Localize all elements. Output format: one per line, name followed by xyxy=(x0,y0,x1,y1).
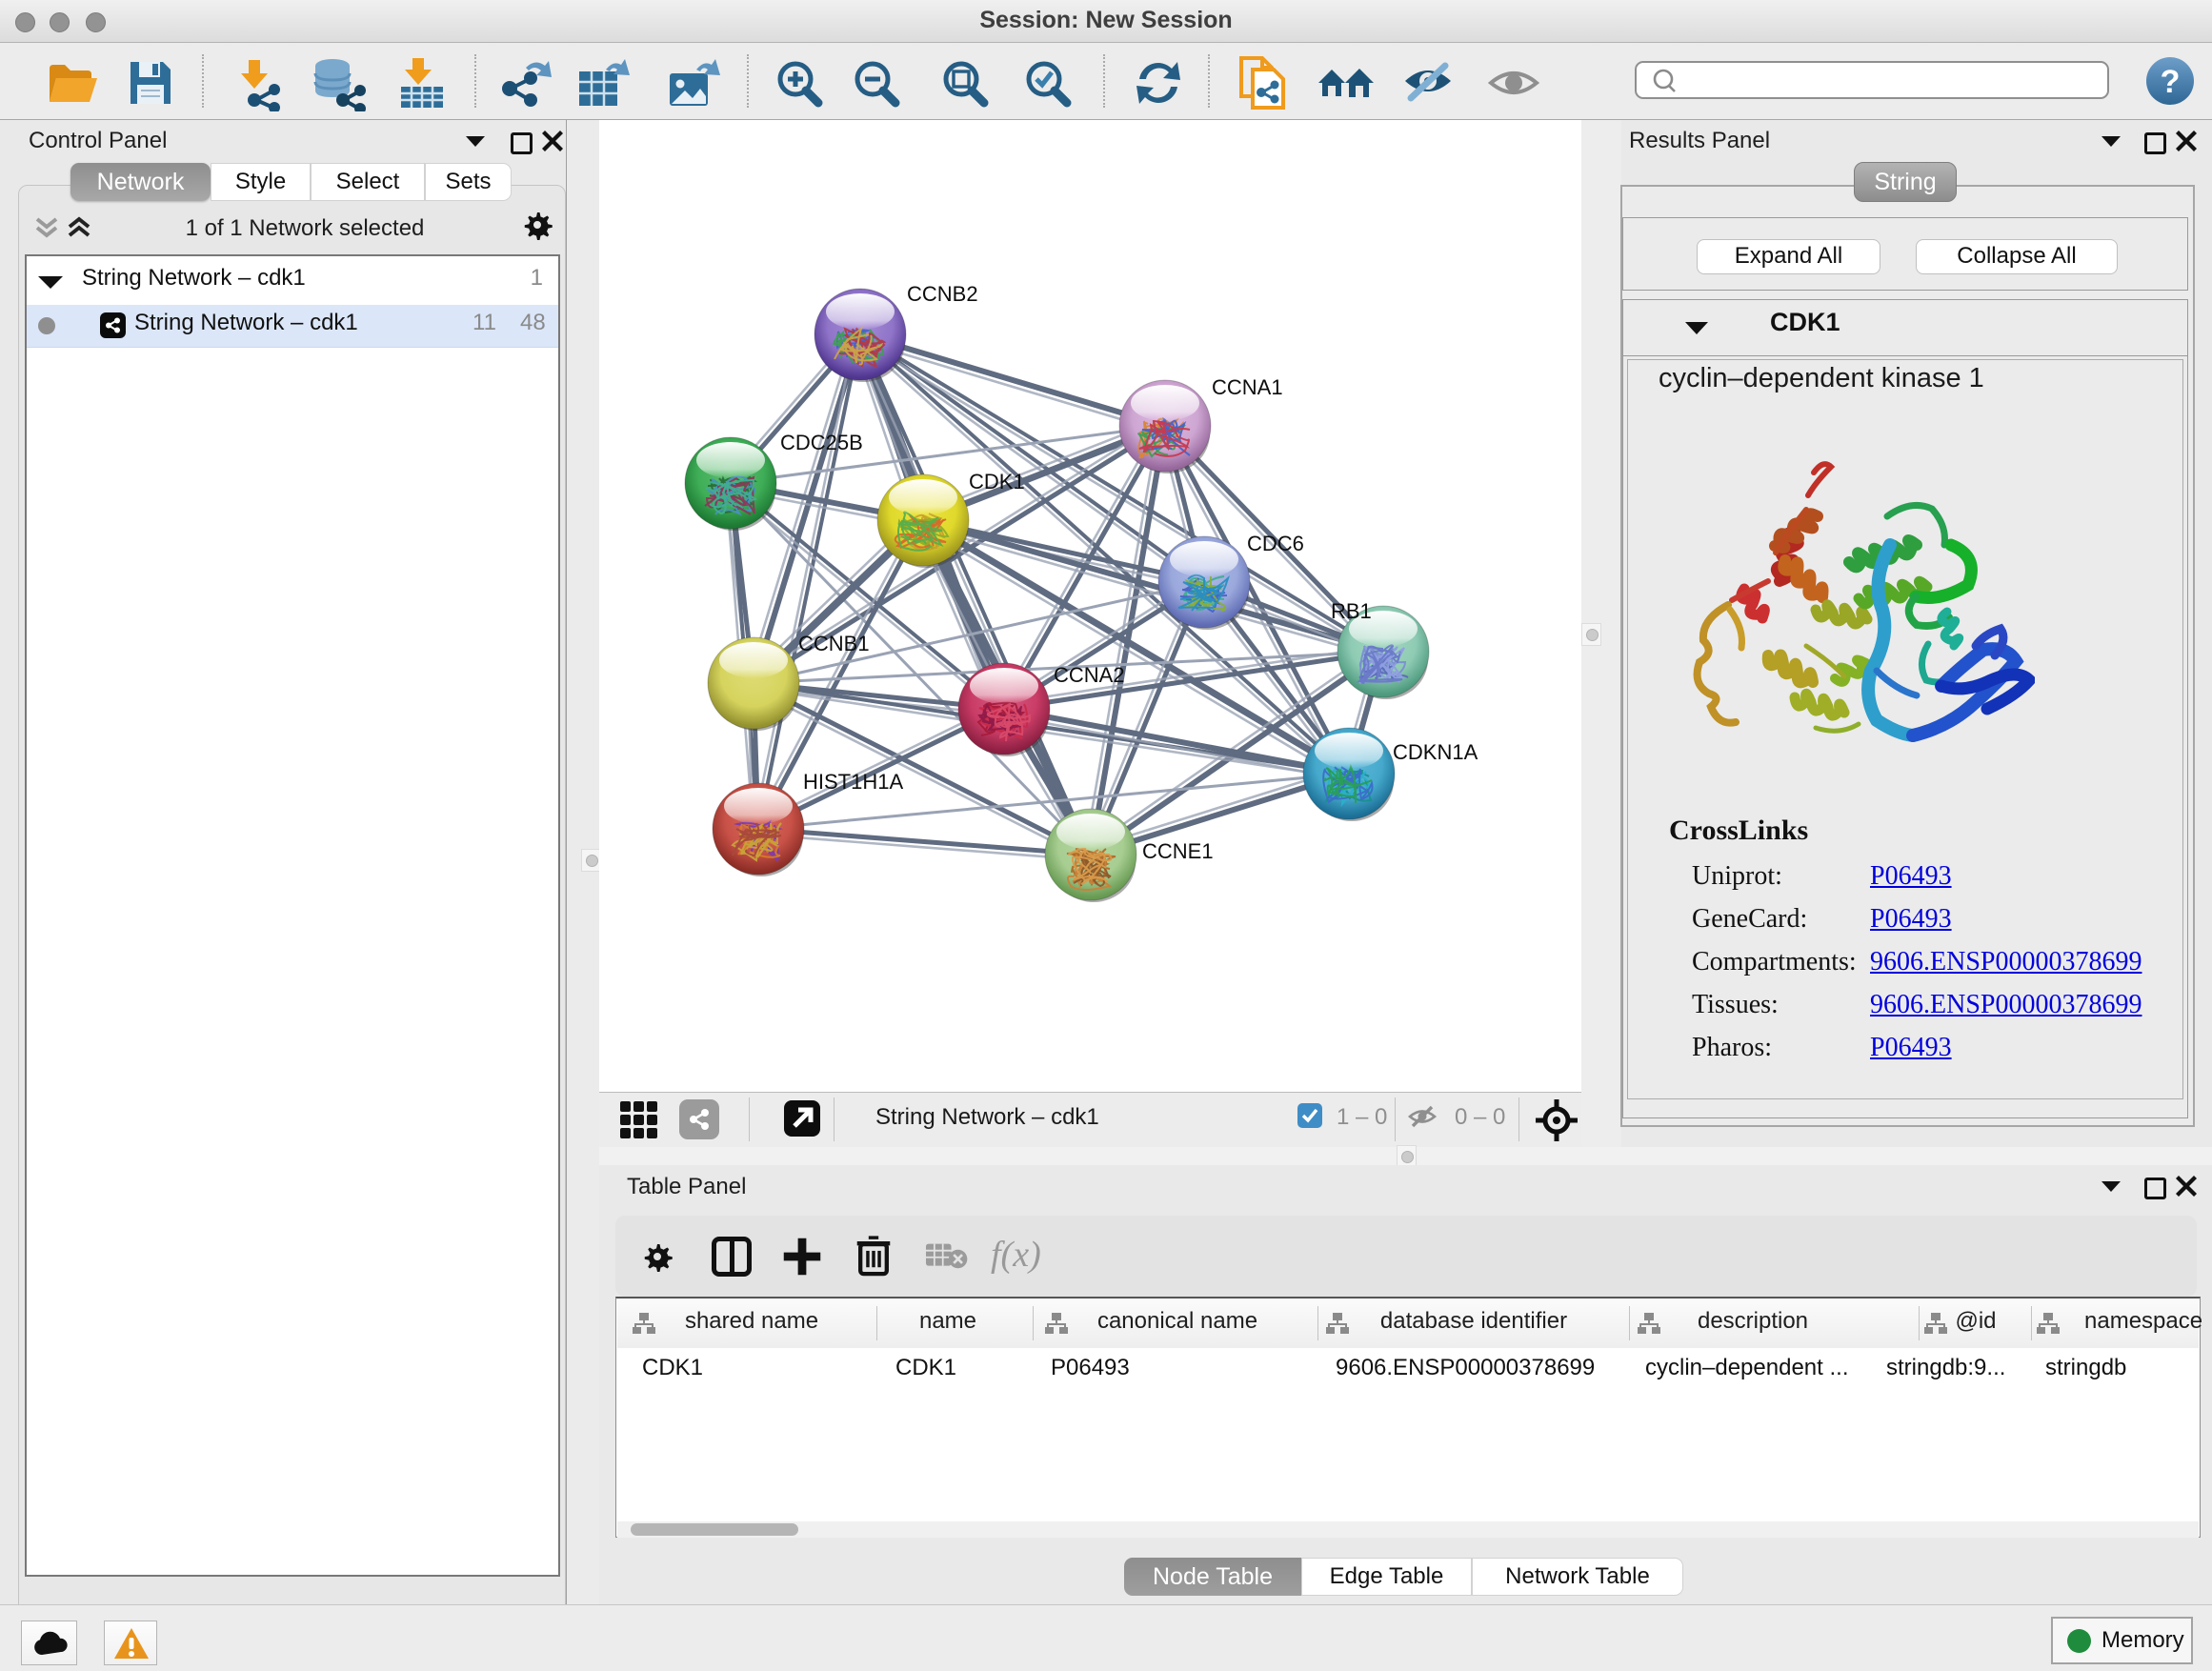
svg-text:CDC6: CDC6 xyxy=(1247,532,1304,555)
svg-text:CCNB2: CCNB2 xyxy=(907,282,978,306)
svg-text:?: ? xyxy=(2161,64,2181,100)
svg-text:CDC25B: CDC25B xyxy=(780,431,863,454)
svg-text:CDK1: CDK1 xyxy=(969,470,1025,493)
svg-text:CDKN1A: CDKN1A xyxy=(1393,740,1478,764)
svg-text:CCNA1: CCNA1 xyxy=(1212,375,1283,399)
svg-text:CCNA2: CCNA2 xyxy=(1054,663,1125,687)
svg-text:RB1: RB1 xyxy=(1331,599,1372,623)
svg-text:HIST1H1A: HIST1H1A xyxy=(803,770,903,794)
svg-text:CCNB1: CCNB1 xyxy=(798,632,870,655)
svg-text:CCNE1: CCNE1 xyxy=(1142,839,1214,863)
